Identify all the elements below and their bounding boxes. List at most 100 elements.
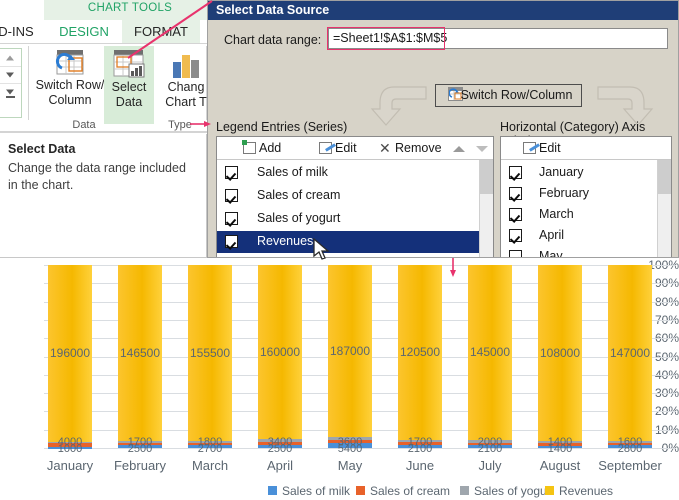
legend-swatch-sales-of-cream: [356, 486, 365, 495]
legend-swatch-sales-of-yogurt: [460, 486, 469, 495]
axis-label-april: April: [539, 228, 565, 242]
chart-area[interactable]: 100% 90% 80% 70% 60% 50% 40% 30% 20% 10% 0% 196000…: [0, 258, 679, 500]
axis-scrollbar-thumb[interactable]: [658, 160, 671, 194]
legend-checkbox-sales-of-cream[interactable]: [225, 189, 238, 202]
select-data-label-line2: Data: [115, 95, 143, 109]
data-label-revenues-january: 196000: [49, 346, 91, 361]
legend-scrollbar-thumb[interactable]: [480, 160, 493, 194]
axis-label-may: May: [539, 249, 563, 258]
legend-checkbox-sales-of-milk[interactable]: [225, 166, 238, 179]
data-label-milk-august: 1400: [547, 443, 573, 455]
data-label-revenues-august: 108000: [539, 346, 581, 361]
data-label-revenues-april: 160000: [259, 344, 301, 359]
x-axis-label-september: September: [598, 458, 662, 473]
data-label-milk-january: 1000: [57, 443, 83, 455]
ribbon-group-data-label: Data: [72, 119, 96, 131]
data-label-milk-may: 5400: [337, 443, 363, 455]
add-series-label: Add: [259, 141, 282, 155]
axis-panel-scrollbar[interactable]: [657, 160, 671, 257]
axis-checkbox-january[interactable]: [509, 166, 522, 179]
spinner-down-cell[interactable]: [0, 66, 21, 84]
data-label-milk-march: 2700: [197, 443, 223, 455]
chevron-up-icon: [6, 55, 14, 60]
axis-label-march: March: [539, 207, 574, 221]
spinner-bottom-cell[interactable]: [0, 83, 21, 100]
legend-text: Revenues: [559, 484, 614, 498]
legend-entries-panel: Add Edit ✕ Remove Sales of milk Sales of …: [216, 136, 494, 257]
chart-tools-title: CHART TOOLS: [87, 2, 173, 14]
chart-legend-item-sales-of-milk[interactable]: Sales of milk: [268, 484, 350, 498]
chart-data-range-field-wrap[interactable]: [328, 28, 668, 49]
dialog-title: Select Data Source: [216, 3, 330, 17]
select-data-label-line1: Select: [111, 80, 147, 94]
ribbon: CHART TOOLS D-INS DESIGN FORMAT Switch R…: [0, 0, 216, 133]
data-label-revenues-july: 145000: [469, 345, 511, 360]
select-data-source-dialog: Select Data Source Chart data range: Swi…: [207, 0, 679, 258]
axis-row-may[interactable]: May: [501, 246, 671, 258]
legend-swatch-revenues: [545, 486, 554, 495]
chart-legend-item-sales-of-yogurt[interactable]: Sales of yogurt: [460, 484, 554, 498]
edit-pencil-icon: [319, 142, 332, 154]
tab-format[interactable]: FORMAT: [122, 20, 200, 44]
chart-legend-item-revenues[interactable]: Revenues: [545, 484, 613, 498]
legend-swatch-sales-of-milk: [268, 486, 277, 495]
edit-series-button[interactable]: Edit: [319, 140, 357, 157]
move-down-icon[interactable]: [476, 146, 488, 152]
legend-checkbox-sales-of-yogurt[interactable]: [225, 212, 238, 225]
legend-label-sales-of-yogurt: Sales of yogurt: [257, 211, 341, 225]
tab-design[interactable]: DESIGN: [46, 20, 122, 44]
legend-row-sales-of-cream[interactable]: Sales of cream: [217, 185, 493, 207]
chevron-down-bar-icon: [6, 89, 14, 94]
tooltip-title: Select Data: [8, 142, 76, 156]
spinner-up-cell[interactable]: [0, 49, 21, 67]
select-data-button[interactable]: Select Data: [104, 46, 154, 124]
legend-row-sales-of-yogurt[interactable]: Sales of yogurt: [217, 208, 493, 230]
edit-axis-labels-button[interactable]: Edit: [523, 140, 561, 157]
legend-row-revenues[interactable]: Revenues: [217, 231, 493, 253]
axis-checkbox-april[interactable]: [509, 229, 522, 242]
add-series-button[interactable]: Add: [242, 140, 282, 157]
axis-checkbox-march[interactable]: [509, 208, 522, 221]
switch-row-column-button[interactable]: Switch Row/ Column: [30, 48, 110, 108]
edit-axis-labels-label: Edit: [539, 141, 561, 155]
data-label-revenues-may: 187000: [329, 343, 371, 358]
tab-addins[interactable]: D-INS: [0, 20, 47, 44]
remove-series-label: Remove: [395, 141, 442, 155]
add-table-icon: [242, 140, 256, 154]
data-label-revenues-february: 146500: [119, 346, 161, 361]
axis-row-april[interactable]: April: [501, 225, 671, 247]
chart-data-range-input[interactable]: [329, 29, 667, 48]
data-label-milk-september: 2800: [617, 443, 643, 455]
data-label-revenues-march: 155500: [189, 345, 231, 360]
axis-row-february[interactable]: February: [501, 183, 671, 205]
chart-data-range-label: Chart data range:: [224, 33, 322, 47]
axis-row-january[interactable]: January: [501, 162, 671, 184]
legend-label-sales-of-cream: Sales of cream: [257, 188, 341, 202]
tooltip-description: Change the data range included in the ch…: [8, 161, 186, 192]
switch-row-column-label-line2: Column: [48, 93, 92, 107]
legend-label-sales-of-milk: Sales of milk: [257, 165, 328, 179]
change-chart-type-icon: [173, 55, 199, 78]
legend-checkbox-revenues[interactable]: [225, 235, 238, 248]
remove-series-button[interactable]: ✕ Remove: [379, 140, 442, 157]
legend-text: Sales of yogurt: [474, 484, 555, 498]
legend-row-sales-of-milk[interactable]: Sales of milk: [217, 162, 493, 184]
edit-pencil-icon: [523, 142, 536, 154]
spinner-control[interactable]: [0, 48, 22, 118]
legend-label-revenues: Revenues: [257, 234, 314, 248]
axis-labels-panel: Edit January February March April May: [500, 136, 672, 258]
axis-checkbox-may[interactable]: [509, 250, 522, 257]
select-data-tooltip: Select Data Change the data range includ…: [0, 134, 207, 258]
legend-panel-scrollbar[interactable]: [479, 160, 493, 257]
chart-legend-item-sales-of-cream[interactable]: Sales of cream: [356, 484, 450, 498]
dialog-titlebar[interactable]: Select Data Source: [208, 1, 678, 20]
switch-row-column-icon: [55, 50, 84, 75]
axis-row-march[interactable]: March: [501, 204, 671, 226]
data-label-revenues-june: 120500: [399, 345, 441, 360]
axis-checkbox-february[interactable]: [509, 187, 522, 200]
legend-text: Sales of milk: [282, 484, 351, 498]
ribbon-tabstrip: D-INS DESIGN FORMAT: [0, 20, 216, 44]
data-label-milk-february: 2500: [127, 443, 153, 455]
move-up-icon[interactable]: [453, 146, 465, 152]
axis-label-january: January: [539, 165, 584, 179]
